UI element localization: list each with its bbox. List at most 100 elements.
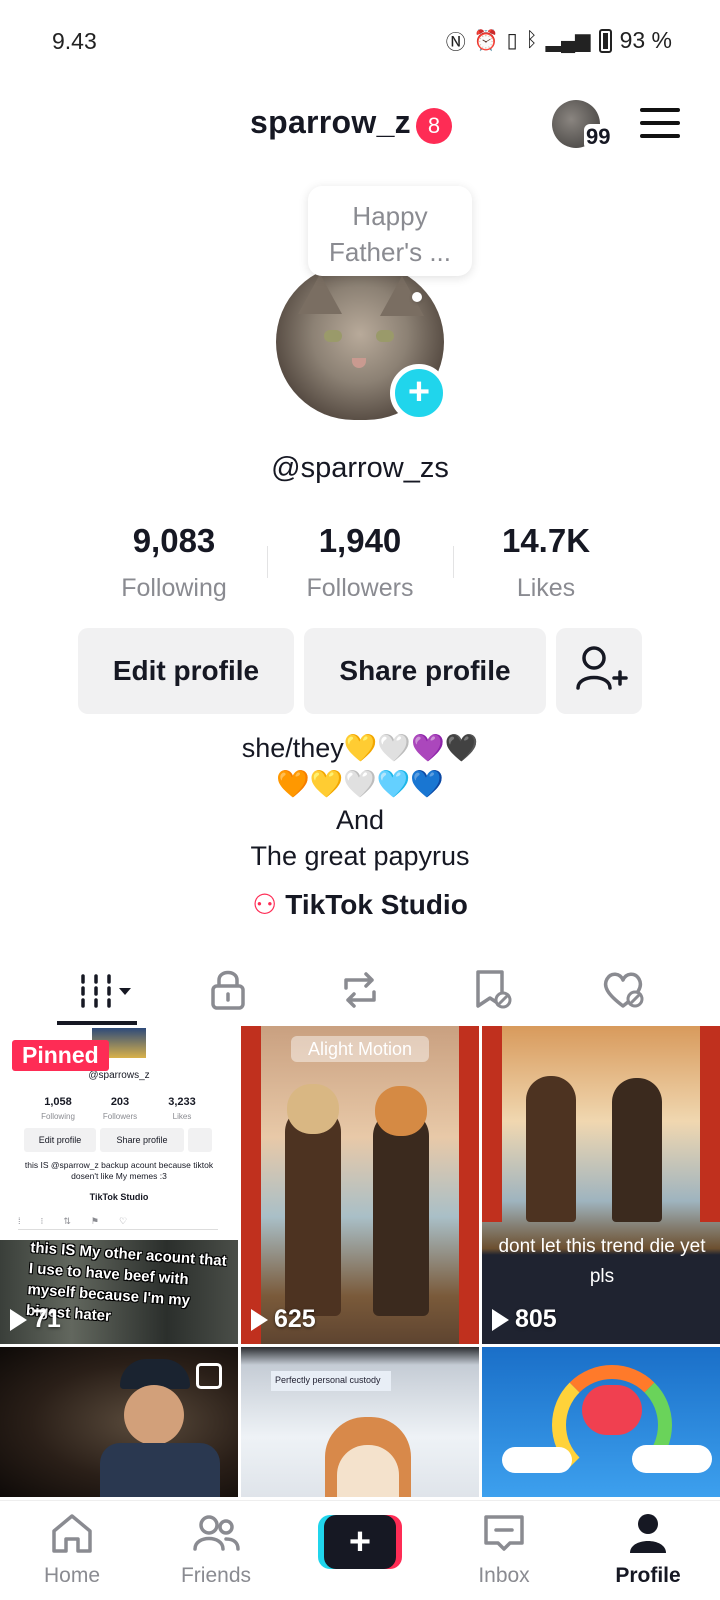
stat-following-value: 9,083 [132, 522, 216, 559]
character-figure [285, 1106, 341, 1316]
bio-line: And [335, 805, 385, 835]
battery-level: 93 % [619, 27, 672, 53]
inner-studio: TikTok Studio [89, 1192, 149, 1202]
stat-divider [453, 546, 454, 578]
battery-icon [598, 28, 612, 53]
nav-home[interactable]: Home [12, 1511, 132, 1588]
curtain-right [459, 1026, 479, 1344]
inner-handle: @sparrows_z [88, 1070, 150, 1081]
nav-home-label: Home [43, 1564, 101, 1587]
stat-likes-value: 14.7K [501, 522, 591, 559]
nav-friends[interactable]: Friends [156, 1511, 276, 1588]
tab-videos[interactable] [64, 958, 144, 1022]
add-person-icon [576, 646, 628, 690]
inner-following: 1,058 [44, 1096, 72, 1108]
drawing-face [337, 1445, 399, 1497]
video-caption: dont let this trend die yet pls [498, 1236, 706, 1287]
profile-header: sparrow_z 8 99 [0, 92, 720, 156]
status-icons: Ⓝ ⏰ ▯ ᛒ ▂▄▆ 93 % [446, 26, 672, 55]
tiktok-studio-link[interactable]: ⚇ TikTok Studio [0, 888, 720, 921]
play-icon [251, 1308, 268, 1331]
bluetooth-icon: ᛒ [525, 29, 538, 51]
play-icon [10, 1308, 27, 1331]
active-tab-indicator [57, 1021, 137, 1025]
inner-share-button: Share profile [100, 1128, 184, 1152]
stat-divider [267, 546, 268, 578]
stat-followers[interactable]: 1,940 Followers [270, 522, 450, 603]
grid-icon [81, 974, 131, 1008]
content-tabs [0, 958, 720, 1024]
profile-bio: she/they💛🤍💜🖤 🧡💛🤍🩵💙 And The great papyrus [0, 730, 720, 874]
stat-followers-label: Followers [306, 574, 414, 602]
status-time: 9.43 [52, 28, 97, 54]
cloud [502, 1447, 572, 1473]
profile-stats: 9,083 Following 1,940 Followers 14.7K Li… [0, 522, 720, 602]
video-thumbnail[interactable]: Alight Motion 625 [241, 1026, 479, 1344]
stat-following[interactable]: 9,083 Following [84, 522, 264, 603]
add-friends-button[interactable] [556, 628, 642, 714]
video-thumbnail[interactable]: dont let this trend die yet pls 805 [482, 1026, 720, 1344]
5g-signal-icon: ▂▄▆ [545, 30, 591, 52]
pinned-badge: Pinned [12, 1040, 109, 1071]
alarm-icon: ⏰ [473, 30, 499, 52]
character-figure [526, 1076, 576, 1222]
studio-label: TikTok Studio [285, 889, 468, 920]
view-count: 805 [492, 1305, 557, 1334]
video-caption: Perfectly personal custody [271, 1371, 391, 1391]
character-figure [612, 1078, 662, 1222]
nav-friends-label: Friends [180, 1564, 252, 1587]
edit-profile-button[interactable]: Edit profile [78, 628, 294, 714]
add-story-button[interactable]: + [390, 364, 448, 422]
inner-followers-label: Followers [102, 1112, 138, 1121]
studio-icon: ⚇ [252, 889, 278, 920]
nfc-icon: Ⓝ [445, 32, 466, 54]
stat-followers-value: 1,940 [318, 522, 402, 559]
profile-icon [630, 1514, 666, 1553]
nav-profile-label: Profile [615, 1564, 681, 1587]
tab-liked[interactable] [584, 958, 664, 1022]
play-icon [492, 1308, 509, 1331]
nav-inbox-label: Inbox [478, 1564, 530, 1587]
note-dot [412, 292, 422, 302]
stat-following-label: Following [121, 574, 227, 602]
profile-note-bubble[interactable]: Happy Father's ... [308, 186, 472, 276]
nav-profile[interactable]: Profile [588, 1511, 708, 1588]
account-switcher[interactable]: sparrow_z [250, 104, 411, 141]
video-thumbnail[interactable]: Perfectly personal custody [241, 1347, 479, 1497]
stat-likes[interactable]: 14.7K Likes [456, 522, 636, 603]
character-head [375, 1086, 427, 1136]
curtain-right [700, 1026, 720, 1222]
inner-likes-label: Likes [172, 1112, 192, 1121]
friends-icon [193, 1515, 240, 1551]
repost-icon [344, 972, 376, 1008]
tab-private[interactable] [188, 958, 268, 1022]
menu-icon[interactable] [640, 108, 680, 138]
nav-inbox[interactable]: Inbox [444, 1511, 564, 1588]
curtain-left [482, 1026, 502, 1222]
plus-icon: + [324, 1515, 396, 1569]
header-avatar-count: 99 [584, 124, 613, 150]
lock-icon [211, 970, 245, 1010]
notification-badge: 8 [416, 108, 452, 144]
profile-handle: @sparrow_zs [271, 452, 449, 484]
video-thumbnail[interactable]: @sparrows_z 1,058 Following 203 Follower… [0, 1026, 238, 1344]
tab-favorites[interactable] [452, 958, 532, 1022]
curtain-left [241, 1026, 261, 1344]
inner-tabs: ⁞⁝⇅⚑♡ [18, 1216, 218, 1230]
officer-face [124, 1385, 184, 1445]
share-profile-button[interactable]: Share profile [304, 628, 546, 714]
home-icon [52, 1514, 92, 1553]
tab-reposts[interactable] [320, 958, 400, 1022]
inner-add-friend [188, 1128, 212, 1152]
stat-likes-label: Likes [516, 574, 576, 602]
view-count: 625 [251, 1305, 316, 1334]
bio-line: she/they💛🤍💜🖤 [241, 733, 479, 763]
officer-body [100, 1443, 220, 1497]
video-thumbnail[interactable] [482, 1347, 720, 1497]
create-button[interactable]: + [318, 1515, 402, 1569]
bio-line: 🧡💛🤍🩵💙 [275, 769, 445, 799]
video-thumbnail[interactable] [0, 1347, 238, 1497]
inner-bio: this IS @sparrow_z backup acount because… [24, 1160, 214, 1181]
character-figure [373, 1110, 429, 1316]
view-count: 71 [10, 1305, 61, 1334]
